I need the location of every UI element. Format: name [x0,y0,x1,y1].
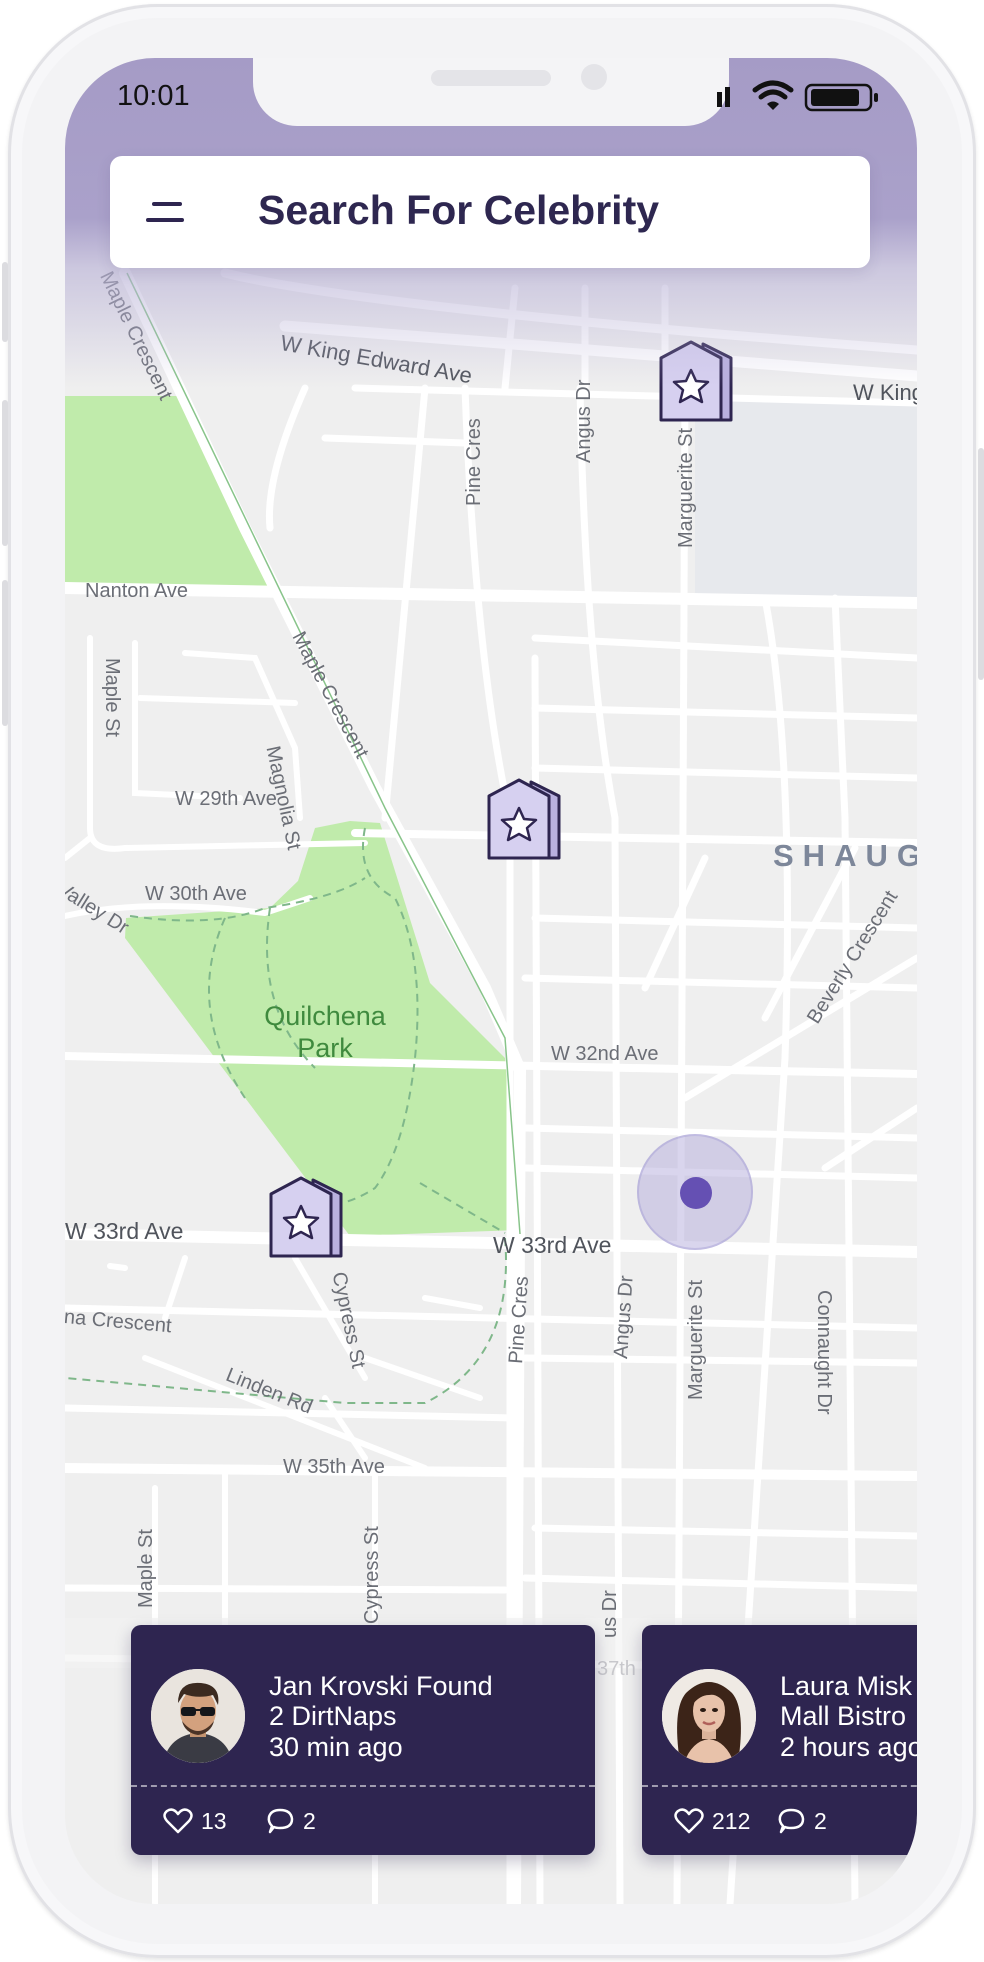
location-dot [680,1177,712,1209]
avatar [662,1669,756,1763]
card-subtitle: Mall Bistro [780,1701,907,1731]
street-label: W 29th Ave [175,788,277,810]
card-divider [642,1785,917,1787]
star-pin-icon [487,778,561,860]
avatar [151,1669,245,1763]
celebrity-pin[interactable] [655,334,739,428]
signal-icon [717,87,730,107]
street-label: W 32nd Ave [551,1043,659,1065]
street-label: 37th [597,1658,636,1680]
comment-count: 2 [303,1807,316,1834]
street-label: W 33rd Ave [65,1218,184,1244]
card-title: Laura Misk [780,1671,913,1701]
card-time: 2 hours ago [780,1732,917,1762]
volume-up-button [2,400,8,546]
street-label: W King [853,380,917,405]
speaker-grille [431,70,551,86]
card-title: Jan Krovski Found [269,1671,493,1701]
celebrity-sighting-card[interactable]: Jan Krovski Found 2 DirtNaps 30 min ago … [131,1625,595,1855]
search-bar[interactable]: Search For Celebrity [110,156,870,268]
power-button [978,448,984,680]
comment-icon [267,1808,294,1834]
star-pin-icon [269,1176,343,1258]
comment-count: 2 [814,1807,827,1834]
park-label: Quilchena Park [264,1001,386,1063]
like-count: 212 [712,1807,751,1834]
street-label: Connaught Dr [813,1290,835,1415]
star-pin-icon [659,340,733,422]
like-count: 13 [201,1807,227,1834]
current-location-marker [637,1134,753,1250]
heart-icon [163,1808,193,1834]
like-button[interactable]: 13 [163,1804,227,1838]
street-label: Maple St [135,1529,157,1608]
comment-button[interactable]: 2 [776,1804,827,1838]
neighborhood-label: SHAUG [773,838,917,873]
notch [253,58,729,126]
volume-down-button [2,580,8,726]
female-avatar-icon [662,1669,756,1763]
phone-screen: Maple Crescent W King Edward Ave W King … [65,58,917,1904]
street-label: Marguerite St [675,427,697,548]
celebrity-sighting-card[interactable]: Laura Misk Mall Bistro 2 hours ago 212 2 [642,1625,917,1855]
street-label: Angus Dr [573,379,595,463]
street-label: Pine Cres [463,418,485,506]
street-label: us Dr [599,1590,621,1638]
card-time: 30 min ago [269,1732,403,1762]
celebrity-pin[interactable] [483,772,567,866]
comment-icon [778,1808,805,1834]
celebrity-pin[interactable] [265,1170,349,1264]
status-time: 10:01 [117,80,190,112]
street-label: W 33rd Ave [493,1232,612,1258]
street-label: W 30th Ave [145,883,247,905]
wifi-icon [752,80,794,110]
mute-switch [2,262,8,342]
street-label: Cypress St [361,1526,383,1624]
male-avatar-icon [151,1669,245,1763]
street-label: Maple St [101,658,123,737]
hamburger-menu-icon[interactable] [146,200,190,224]
like-button[interactable]: 212 [674,1804,750,1838]
battery-icon [804,83,878,112]
comment-button[interactable]: 2 [265,1804,316,1838]
card-subtitle: 2 DirtNaps [269,1701,397,1731]
street-label: W 35th Ave [283,1456,385,1478]
card-divider [131,1785,595,1787]
street-label: Nanton Ave [85,580,189,602]
street-label: Marguerite St [685,1279,707,1400]
search-input[interactable]: Search For Celebrity [258,187,659,234]
status-icons [717,78,897,118]
front-camera [581,64,607,90]
heart-icon [674,1808,704,1834]
